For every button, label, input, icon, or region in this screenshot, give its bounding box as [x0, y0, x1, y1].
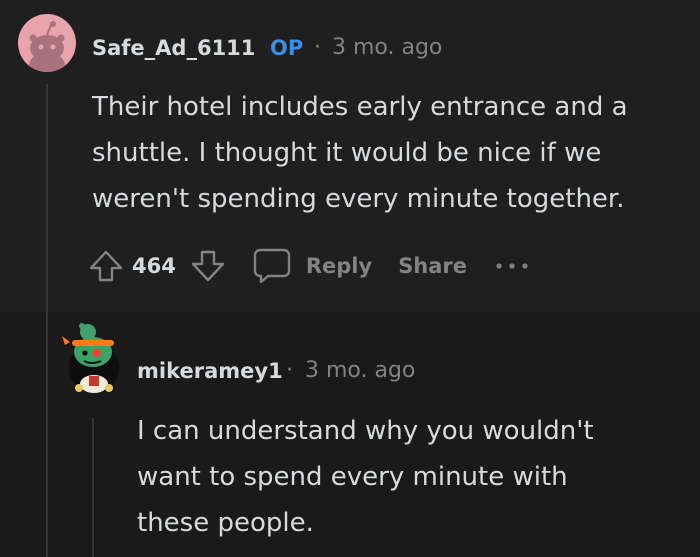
op-badge: OP — [270, 36, 304, 60]
comment-body-line: weren't spending every minute together. — [92, 184, 625, 214]
comment-author[interactable]: Safe_Ad_6111 — [92, 36, 255, 60]
snoo-avatar-icon — [29, 21, 65, 72]
comment-timestamp[interactable]: 3 mo. ago — [305, 358, 415, 383]
upvote-arrow-icon — [89, 250, 123, 282]
downvote-button[interactable] — [190, 248, 226, 284]
comment-body-line: these people. — [137, 508, 314, 538]
thread-line[interactable] — [46, 84, 48, 312]
comment-body: Their hotel includes early entrance and … — [92, 84, 628, 222]
meta-separator: · — [314, 35, 321, 60]
upvote-button[interactable] — [88, 248, 124, 284]
thread-line[interactable] — [46, 312, 48, 557]
comment-thread: Safe_Ad_6111 OP · 3 mo. ago Their hotel … — [0, 0, 700, 557]
meta-separator: · — [286, 358, 293, 383]
comment-body-line: I can understand why you wouldn't — [137, 416, 594, 446]
snoo-avatar-icon — [62, 323, 119, 393]
comment-button[interactable] — [252, 247, 292, 285]
avatar[interactable] — [60, 318, 126, 394]
thread-line[interactable] — [92, 418, 94, 557]
comment-timestamp[interactable]: 3 mo. ago — [332, 35, 442, 60]
more-options-button[interactable] — [495, 260, 529, 272]
downvote-arrow-icon — [191, 250, 225, 282]
reply-button[interactable]: Reply — [306, 254, 372, 278]
speech-bubble-icon — [253, 248, 291, 284]
ellipsis-icon — [496, 263, 528, 269]
comment-body-line: Their hotel includes early entrance and … — [92, 92, 628, 122]
comment-body: I can understand why you wouldn't want t… — [137, 408, 594, 546]
share-button[interactable]: Share — [398, 254, 467, 278]
comment-author[interactable]: mikeramey1 — [137, 359, 283, 383]
comment-actions: 464 Reply Share — [88, 244, 529, 288]
comment-container: Safe_Ad_6111 OP · 3 mo. ago Their hotel … — [0, 0, 700, 312]
comment-body-line: want to spend every minute with — [137, 462, 568, 492]
comment-body-line: shuttle. I thought it would be nice if w… — [92, 138, 602, 168]
vote-count: 464 — [132, 254, 176, 278]
avatar[interactable] — [18, 14, 76, 72]
